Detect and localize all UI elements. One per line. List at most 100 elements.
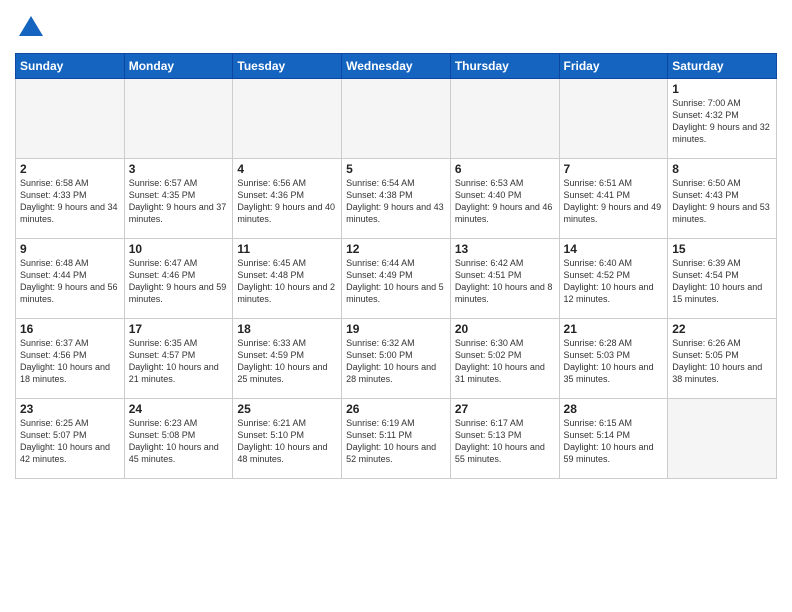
day-info: Sunrise: 6:15 AM Sunset: 5:14 PM Dayligh… bbox=[564, 417, 664, 466]
day-number: 4 bbox=[237, 162, 337, 176]
day-number: 10 bbox=[129, 242, 229, 256]
day-info: Sunrise: 6:56 AM Sunset: 4:36 PM Dayligh… bbox=[237, 177, 337, 226]
day-info: Sunrise: 7:00 AM Sunset: 4:32 PM Dayligh… bbox=[672, 97, 772, 146]
day-number: 17 bbox=[129, 322, 229, 336]
header bbox=[15, 10, 777, 47]
calendar-table: SundayMondayTuesdayWednesdayThursdayFrid… bbox=[15, 53, 777, 479]
calendar-cell: 21Sunrise: 6:28 AM Sunset: 5:03 PM Dayli… bbox=[559, 318, 668, 398]
day-number: 19 bbox=[346, 322, 446, 336]
day-info: Sunrise: 6:39 AM Sunset: 4:54 PM Dayligh… bbox=[672, 257, 772, 306]
calendar-cell bbox=[559, 78, 668, 158]
weekday-thursday: Thursday bbox=[450, 53, 559, 78]
day-info: Sunrise: 6:35 AM Sunset: 4:57 PM Dayligh… bbox=[129, 337, 229, 386]
day-number: 3 bbox=[129, 162, 229, 176]
day-number: 27 bbox=[455, 402, 555, 416]
calendar-cell: 25Sunrise: 6:21 AM Sunset: 5:10 PM Dayli… bbox=[233, 398, 342, 478]
day-number: 28 bbox=[564, 402, 664, 416]
day-number: 25 bbox=[237, 402, 337, 416]
day-info: Sunrise: 6:23 AM Sunset: 5:08 PM Dayligh… bbox=[129, 417, 229, 466]
day-number: 5 bbox=[346, 162, 446, 176]
day-number: 23 bbox=[20, 402, 120, 416]
weekday-header-row: SundayMondayTuesdayWednesdayThursdayFrid… bbox=[16, 53, 777, 78]
calendar-cell: 19Sunrise: 6:32 AM Sunset: 5:00 PM Dayli… bbox=[342, 318, 451, 398]
day-info: Sunrise: 6:54 AM Sunset: 4:38 PM Dayligh… bbox=[346, 177, 446, 226]
day-info: Sunrise: 6:40 AM Sunset: 4:52 PM Dayligh… bbox=[564, 257, 664, 306]
calendar-cell: 18Sunrise: 6:33 AM Sunset: 4:59 PM Dayli… bbox=[233, 318, 342, 398]
calendar-cell: 26Sunrise: 6:19 AM Sunset: 5:11 PM Dayli… bbox=[342, 398, 451, 478]
calendar-cell bbox=[233, 78, 342, 158]
day-info: Sunrise: 6:33 AM Sunset: 4:59 PM Dayligh… bbox=[237, 337, 337, 386]
day-info: Sunrise: 6:47 AM Sunset: 4:46 PM Dayligh… bbox=[129, 257, 229, 306]
logo-icon bbox=[17, 14, 45, 42]
weekday-friday: Friday bbox=[559, 53, 668, 78]
day-number: 12 bbox=[346, 242, 446, 256]
day-number: 14 bbox=[564, 242, 664, 256]
week-row-5: 23Sunrise: 6:25 AM Sunset: 5:07 PM Dayli… bbox=[16, 398, 777, 478]
day-number: 21 bbox=[564, 322, 664, 336]
calendar-cell: 1Sunrise: 7:00 AM Sunset: 4:32 PM Daylig… bbox=[668, 78, 777, 158]
day-info: Sunrise: 6:42 AM Sunset: 4:51 PM Dayligh… bbox=[455, 257, 555, 306]
calendar-cell bbox=[124, 78, 233, 158]
day-number: 24 bbox=[129, 402, 229, 416]
calendar-cell: 23Sunrise: 6:25 AM Sunset: 5:07 PM Dayli… bbox=[16, 398, 125, 478]
calendar-cell: 12Sunrise: 6:44 AM Sunset: 4:49 PM Dayli… bbox=[342, 238, 451, 318]
day-info: Sunrise: 6:32 AM Sunset: 5:00 PM Dayligh… bbox=[346, 337, 446, 386]
logo bbox=[15, 14, 45, 47]
calendar-cell: 7Sunrise: 6:51 AM Sunset: 4:41 PM Daylig… bbox=[559, 158, 668, 238]
day-number: 18 bbox=[237, 322, 337, 336]
weekday-monday: Monday bbox=[124, 53, 233, 78]
day-number: 8 bbox=[672, 162, 772, 176]
week-row-1: 1Sunrise: 7:00 AM Sunset: 4:32 PM Daylig… bbox=[16, 78, 777, 158]
day-info: Sunrise: 6:26 AM Sunset: 5:05 PM Dayligh… bbox=[672, 337, 772, 386]
calendar-cell: 4Sunrise: 6:56 AM Sunset: 4:36 PM Daylig… bbox=[233, 158, 342, 238]
day-info: Sunrise: 6:17 AM Sunset: 5:13 PM Dayligh… bbox=[455, 417, 555, 466]
day-info: Sunrise: 6:28 AM Sunset: 5:03 PM Dayligh… bbox=[564, 337, 664, 386]
day-number: 1 bbox=[672, 82, 772, 96]
day-info: Sunrise: 6:44 AM Sunset: 4:49 PM Dayligh… bbox=[346, 257, 446, 306]
calendar-cell bbox=[342, 78, 451, 158]
calendar-cell: 11Sunrise: 6:45 AM Sunset: 4:48 PM Dayli… bbox=[233, 238, 342, 318]
day-number: 13 bbox=[455, 242, 555, 256]
weekday-sunday: Sunday bbox=[16, 53, 125, 78]
day-info: Sunrise: 6:19 AM Sunset: 5:11 PM Dayligh… bbox=[346, 417, 446, 466]
day-info: Sunrise: 6:45 AM Sunset: 4:48 PM Dayligh… bbox=[237, 257, 337, 306]
day-number: 11 bbox=[237, 242, 337, 256]
day-number: 7 bbox=[564, 162, 664, 176]
week-row-2: 2Sunrise: 6:58 AM Sunset: 4:33 PM Daylig… bbox=[16, 158, 777, 238]
weekday-saturday: Saturday bbox=[668, 53, 777, 78]
day-info: Sunrise: 6:58 AM Sunset: 4:33 PM Dayligh… bbox=[20, 177, 120, 226]
calendar-cell: 17Sunrise: 6:35 AM Sunset: 4:57 PM Dayli… bbox=[124, 318, 233, 398]
day-number: 2 bbox=[20, 162, 120, 176]
calendar-cell: 22Sunrise: 6:26 AM Sunset: 5:05 PM Dayli… bbox=[668, 318, 777, 398]
calendar-cell: 8Sunrise: 6:50 AM Sunset: 4:43 PM Daylig… bbox=[668, 158, 777, 238]
day-info: Sunrise: 6:37 AM Sunset: 4:56 PM Dayligh… bbox=[20, 337, 120, 386]
calendar-cell: 10Sunrise: 6:47 AM Sunset: 4:46 PM Dayli… bbox=[124, 238, 233, 318]
day-number: 22 bbox=[672, 322, 772, 336]
day-info: Sunrise: 6:25 AM Sunset: 5:07 PM Dayligh… bbox=[20, 417, 120, 466]
calendar-cell bbox=[450, 78, 559, 158]
page: SundayMondayTuesdayWednesdayThursdayFrid… bbox=[0, 0, 792, 612]
calendar-cell: 28Sunrise: 6:15 AM Sunset: 5:14 PM Dayli… bbox=[559, 398, 668, 478]
day-info: Sunrise: 6:30 AM Sunset: 5:02 PM Dayligh… bbox=[455, 337, 555, 386]
day-info: Sunrise: 6:51 AM Sunset: 4:41 PM Dayligh… bbox=[564, 177, 664, 226]
day-number: 9 bbox=[20, 242, 120, 256]
day-info: Sunrise: 6:48 AM Sunset: 4:44 PM Dayligh… bbox=[20, 257, 120, 306]
calendar-cell bbox=[16, 78, 125, 158]
week-row-3: 9Sunrise: 6:48 AM Sunset: 4:44 PM Daylig… bbox=[16, 238, 777, 318]
calendar-cell: 6Sunrise: 6:53 AM Sunset: 4:40 PM Daylig… bbox=[450, 158, 559, 238]
day-info: Sunrise: 6:50 AM Sunset: 4:43 PM Dayligh… bbox=[672, 177, 772, 226]
calendar-cell: 9Sunrise: 6:48 AM Sunset: 4:44 PM Daylig… bbox=[16, 238, 125, 318]
calendar-cell: 24Sunrise: 6:23 AM Sunset: 5:08 PM Dayli… bbox=[124, 398, 233, 478]
calendar-cell bbox=[668, 398, 777, 478]
day-info: Sunrise: 6:57 AM Sunset: 4:35 PM Dayligh… bbox=[129, 177, 229, 226]
calendar-cell: 20Sunrise: 6:30 AM Sunset: 5:02 PM Dayli… bbox=[450, 318, 559, 398]
day-number: 20 bbox=[455, 322, 555, 336]
day-number: 6 bbox=[455, 162, 555, 176]
day-number: 26 bbox=[346, 402, 446, 416]
week-row-4: 16Sunrise: 6:37 AM Sunset: 4:56 PM Dayli… bbox=[16, 318, 777, 398]
weekday-tuesday: Tuesday bbox=[233, 53, 342, 78]
calendar-cell: 16Sunrise: 6:37 AM Sunset: 4:56 PM Dayli… bbox=[16, 318, 125, 398]
calendar-cell: 2Sunrise: 6:58 AM Sunset: 4:33 PM Daylig… bbox=[16, 158, 125, 238]
day-number: 15 bbox=[672, 242, 772, 256]
calendar-cell: 27Sunrise: 6:17 AM Sunset: 5:13 PM Dayli… bbox=[450, 398, 559, 478]
